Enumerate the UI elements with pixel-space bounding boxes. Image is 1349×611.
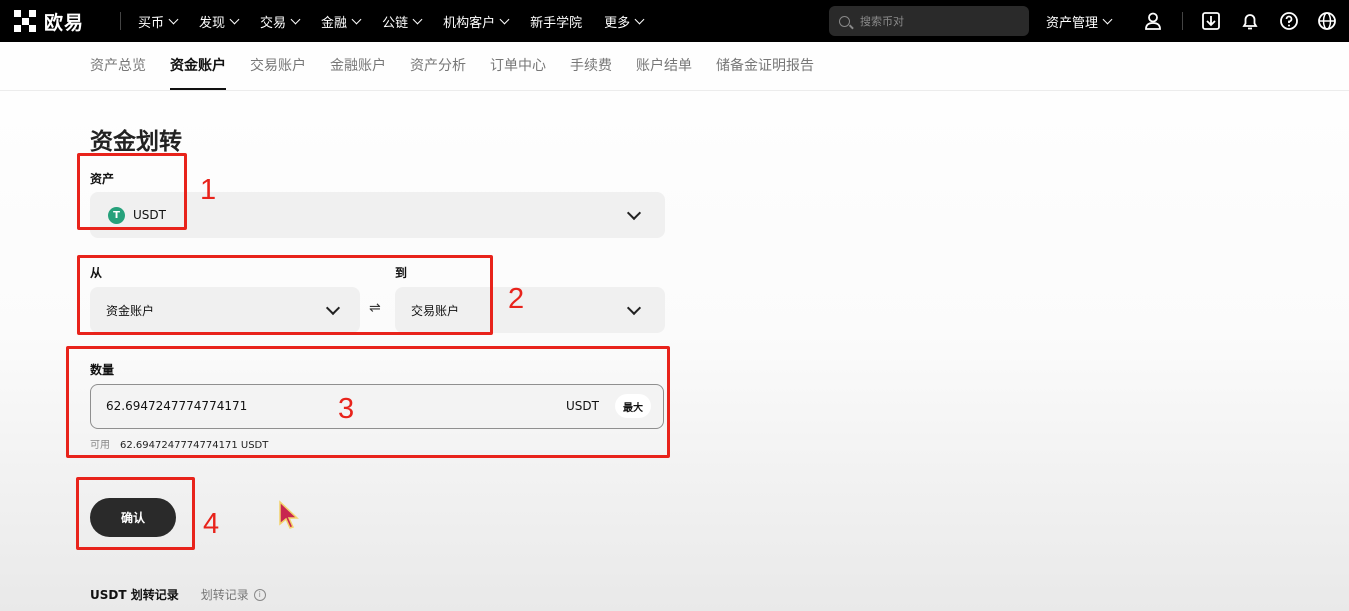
nav-item-public-chain[interactable]: 公链: [382, 12, 423, 31]
nav-item-trade[interactable]: 交易: [260, 12, 301, 31]
nav-item-academy[interactable]: 新手学院: [530, 12, 582, 31]
tab-proof-of-reserves[interactable]: 储备金证明报告: [716, 44, 814, 90]
chevron-down-icon: [229, 14, 240, 24]
annotation-number-1: 1: [200, 174, 217, 206]
annotation-number-3: 3: [338, 393, 355, 425]
brand-name: 欧易: [44, 11, 85, 34]
tab-finance-account[interactable]: 金融账户: [330, 44, 386, 90]
chevron-down-icon: [1102, 14, 1113, 24]
asset-management-menu[interactable]: 资产管理: [1046, 0, 1113, 42]
search-input[interactable]: [858, 13, 1012, 29]
account-tabs: 资产总览 资金账户 交易账户 金融账户 资产分析 订单中心 手续费 账户结单 储…: [90, 44, 838, 90]
user-icon[interactable]: [1142, 10, 1164, 32]
divider: [0, 90, 1349, 91]
records-tabs: USDT 划转记录 划转记录 i: [90, 586, 266, 603]
annotation-box-3: [66, 346, 670, 458]
okx-logo-icon: [14, 10, 36, 32]
search-icon: [839, 15, 850, 27]
chevron-down-icon: [351, 14, 362, 24]
info-icon[interactable]: i: [253, 588, 266, 601]
chevron-down-icon: [499, 14, 510, 24]
chevron-down-icon: [168, 14, 179, 24]
divider: [120, 12, 121, 30]
tab-order-center[interactable]: 订单中心: [490, 44, 546, 90]
nav-item-more[interactable]: 更多: [604, 12, 645, 31]
logo[interactable]: 欧易: [14, 8, 84, 34]
tab-usdt-transfer-records[interactable]: USDT 划转记录: [90, 586, 179, 603]
annotation-box-2: [77, 255, 493, 335]
chevron-down-icon: [634, 14, 645, 24]
tab-account-statement[interactable]: 账户结单: [636, 44, 692, 90]
tab-asset-analysis[interactable]: 资产分析: [410, 44, 466, 90]
tab-transfer-records[interactable]: 划转记录: [201, 586, 249, 603]
tab-trading-account[interactable]: 交易账户: [250, 44, 306, 90]
annotation-number-4: 4: [203, 508, 220, 540]
mouse-cursor-icon: [278, 500, 300, 536]
asset-management-label: 资产管理: [1046, 15, 1099, 31]
chevron-down-icon: [290, 14, 301, 24]
divider: [1182, 12, 1183, 30]
tab-funding-account[interactable]: 资金账户: [170, 44, 226, 90]
globe-icon[interactable]: [1316, 10, 1338, 32]
tab-fees[interactable]: 手续费: [570, 44, 612, 90]
page-title: 资金划转: [90, 129, 182, 155]
annotation-box-4: [76, 477, 195, 550]
bell-icon[interactable]: [1239, 10, 1261, 32]
tab-asset-overview[interactable]: 资产总览: [90, 44, 146, 90]
annotation-number-2: 2: [508, 283, 525, 315]
help-icon[interactable]: [1278, 10, 1300, 32]
download-icon[interactable]: [1200, 10, 1222, 32]
nav-item-finance[interactable]: 金融: [321, 12, 362, 31]
chevron-down-icon: [626, 205, 642, 221]
chevron-down-icon: [626, 300, 642, 316]
search-bar[interactable]: [829, 6, 1029, 36]
chevron-down-icon: [412, 14, 423, 24]
nav-item-buy-crypto[interactable]: 买币: [138, 12, 179, 31]
nav-item-institutional[interactable]: 机构客户: [443, 12, 510, 31]
nav-item-discover[interactable]: 发现: [199, 12, 240, 31]
main-nav: 买币 发现 交易 金融 公链 机构客户 新手学院 更多: [138, 0, 665, 42]
top-navigation-bar: 欧易 买币 发现 交易 金融 公链 机构客户 新手学院 更多 资产管理: [0, 0, 1349, 42]
annotation-box-1: [77, 153, 187, 230]
